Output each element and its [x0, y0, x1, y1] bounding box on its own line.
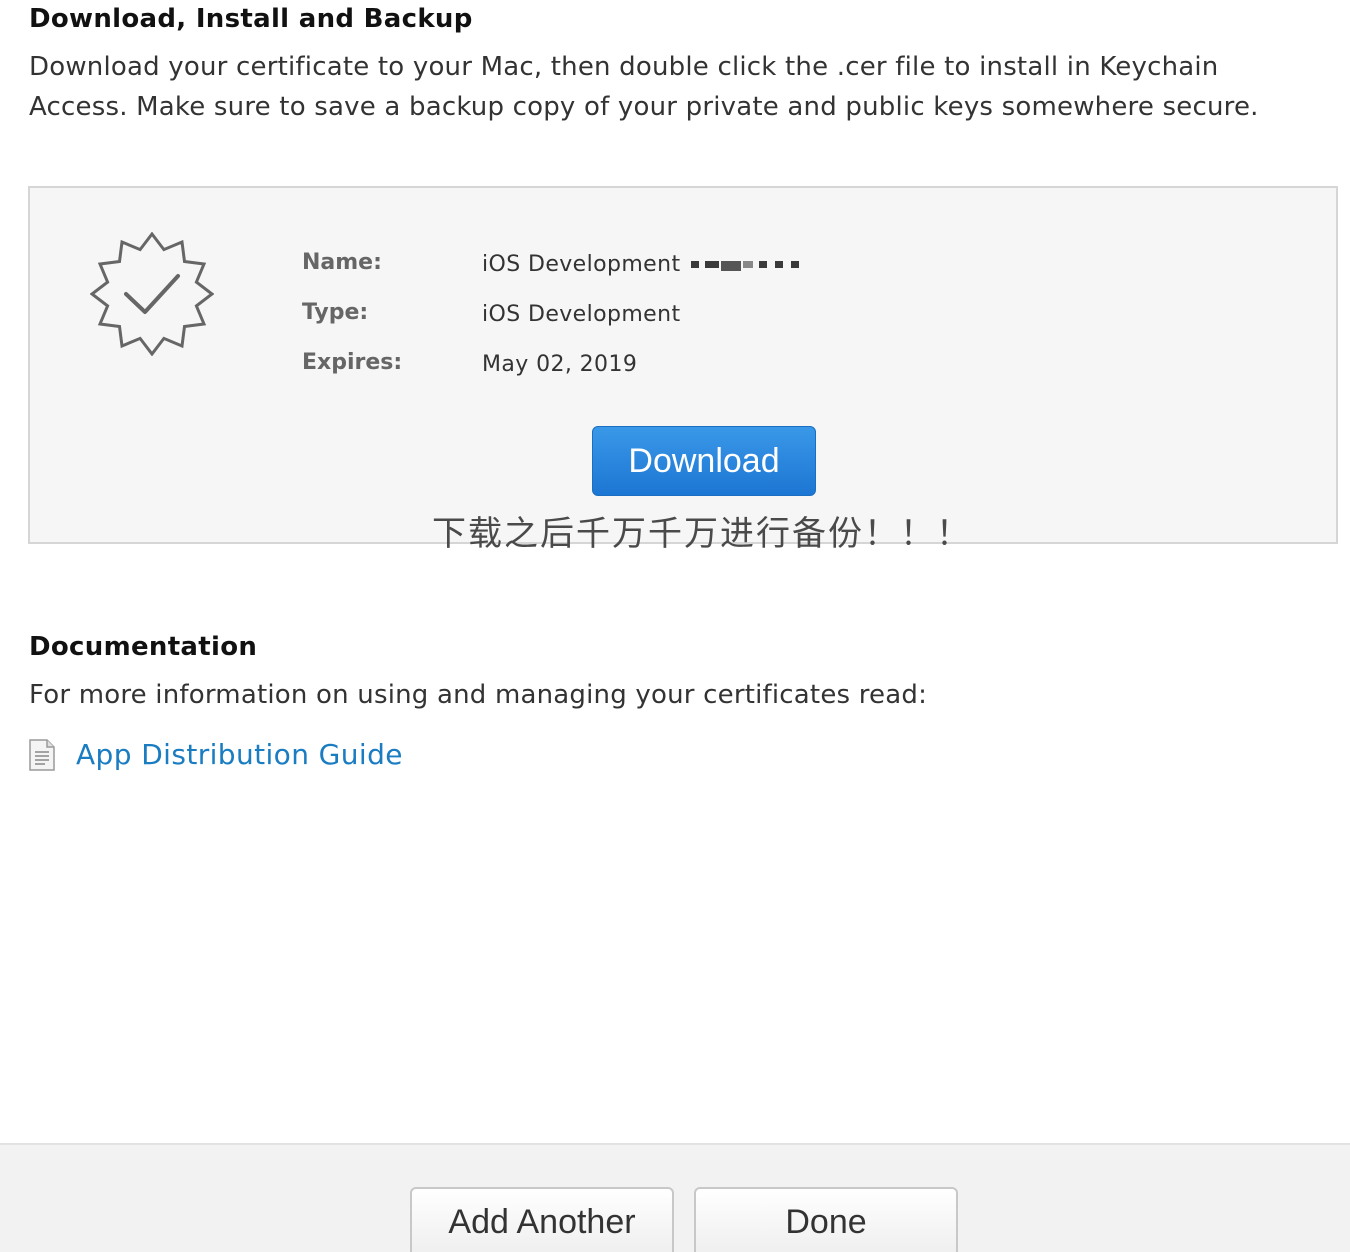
type-value: iOS Development	[482, 302, 681, 327]
add-another-button[interactable]: Add Another	[410, 1187, 674, 1252]
name-value: iOS Development	[482, 252, 815, 277]
done-button[interactable]: Done	[694, 1187, 958, 1252]
app-distribution-guide-row[interactable]: App Distribution Guide	[28, 738, 403, 771]
name-value-text: iOS Development	[482, 252, 681, 277]
footer-bar: Add Another Done	[0, 1143, 1350, 1252]
backup-section-title: Download, Install and Backup	[29, 4, 473, 34]
name-label: Name:	[302, 250, 382, 275]
backup-section-description: Download your certificate to your Mac, t…	[29, 52, 1259, 122]
app-distribution-guide-link[interactable]: App Distribution Guide	[76, 738, 403, 771]
document-icon	[29, 738, 55, 771]
type-label: Type:	[302, 300, 369, 325]
redacted-name-suffix	[690, 258, 815, 272]
documentation-description: For more information on using and managi…	[29, 680, 928, 710]
download-button[interactable]: Download	[592, 426, 816, 496]
expires-label: Expires:	[302, 350, 403, 375]
certificate-check-badge-icon	[90, 232, 214, 356]
certificate-panel: Name: iOS Development Type: iOS Developm…	[28, 186, 1338, 544]
documentation-title: Documentation	[29, 632, 258, 662]
expires-value: May 02, 2019	[482, 352, 638, 377]
backup-annotation: 下载之后千万千万进行备份！！！	[432, 514, 972, 554]
